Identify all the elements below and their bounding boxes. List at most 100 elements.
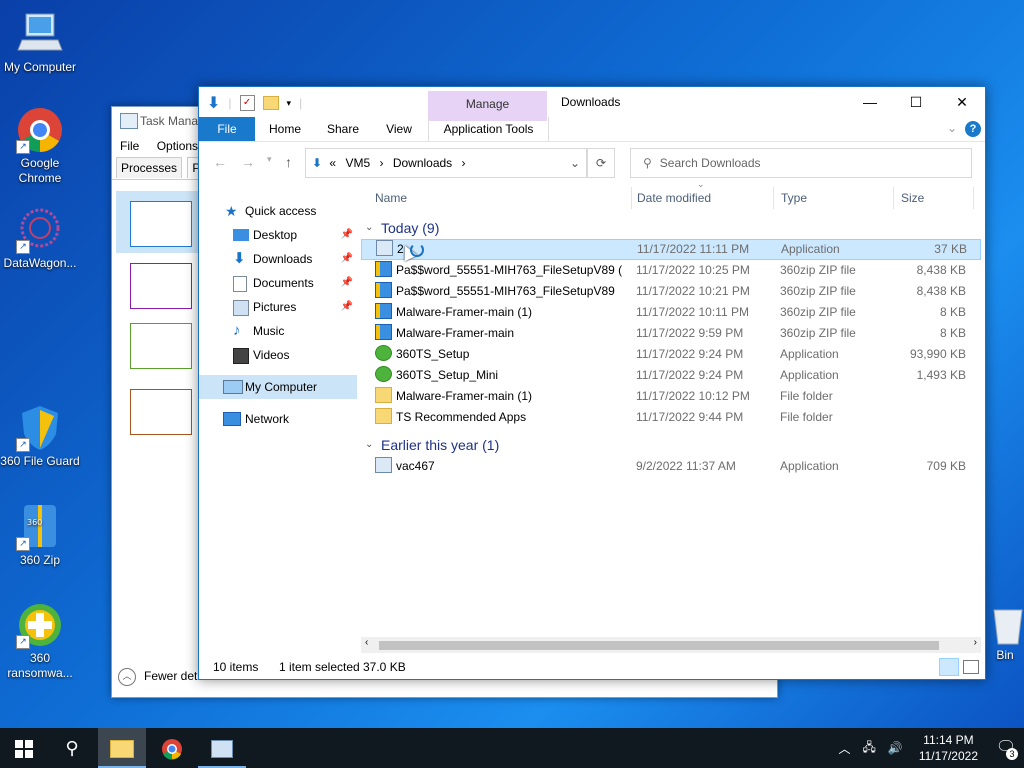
download-arrow-icon[interactable]: ⬇ — [207, 93, 220, 113]
customize-dropdown-icon[interactable]: ▾ — [287, 98, 292, 109]
item-count: 10 items — [213, 660, 259, 674]
desktop-icon-label: 360 File Guard — [0, 454, 80, 468]
group-header[interactable]: ⌄ Today (9) — [361, 217, 981, 239]
file-row[interactable]: Pa$$word_55551-MIH763_FileSetupV89 11/17/… — [361, 281, 981, 302]
nav-item-downloads[interactable]: ⬇ Downloads 📌 — [199, 247, 357, 271]
nav-item-my-computer[interactable]: My Computer — [199, 375, 357, 399]
help-icon[interactable]: ? — [965, 121, 981, 137]
maximize-button[interactable]: ☐ — [893, 87, 939, 117]
horizontal-scrollbar[interactable]: ‹ › — [361, 637, 981, 653]
shortcut-arrow-icon: ↗ — [16, 635, 30, 649]
search-box[interactable]: ⚲ Search Downloads — [630, 148, 972, 178]
file-row[interactable]: 2 11/17/2022 11:11 PM Application 37 KB — [361, 239, 981, 260]
desktop-icon-google-chrome[interactable]: ↗ Google Chrome — [0, 106, 80, 186]
desktop-icon-label: Google Chrome — [18, 156, 62, 185]
expand-ribbon-chevron-icon[interactable]: ⌄ — [947, 121, 957, 135]
address-dropdown-icon[interactable]: ⌄ — [570, 149, 580, 177]
nav-item-network[interactable]: Network — [199, 407, 357, 431]
group-header[interactable]: ⌄ Earlier this year (1) — [361, 434, 981, 456]
back-arrow-icon[interactable]: ← — [213, 154, 227, 170]
pin-icon[interactable]: 📌 — [341, 271, 353, 295]
forward-arrow-icon[interactable]: → — [241, 154, 255, 170]
collapse-chevron-icon[interactable]: ⌄ — [365, 434, 373, 456]
ethernet-graph[interactable] — [130, 389, 192, 435]
file-row[interactable]: 360TS_Setup 11/17/2022 9:24 PM Application… — [361, 344, 981, 365]
action-center-button[interactable]: 🗨 3 — [988, 728, 1024, 768]
pin-icon[interactable]: 📌 — [341, 295, 353, 319]
file-row[interactable]: Malware-Framer-main 11/17/2022 9:59 PM 360… — [361, 323, 981, 344]
scroll-thumb[interactable] — [379, 641, 939, 650]
breadcrumb-separator-icon[interactable]: › — [379, 156, 383, 170]
file-type: 360zip ZIP file — [780, 326, 856, 340]
zip-icon — [375, 303, 392, 319]
nav-item-desktop[interactable]: Desktop 📌 — [199, 223, 357, 247]
breadcrumb-separator-icon[interactable]: › — [462, 156, 466, 170]
nav-item-videos[interactable]: Videos — [199, 343, 357, 367]
up-arrow-icon[interactable]: ↑ — [285, 154, 292, 170]
address-overflow[interactable]: « — [329, 156, 336, 170]
clock[interactable]: 11:14 PM 11/17/2022 — [919, 732, 978, 764]
column-header-size[interactable]: Size — [901, 187, 974, 209]
menu-options[interactable]: Options — [157, 139, 198, 153]
details-view-icon[interactable] — [939, 658, 959, 676]
window-controls: — ☐ ✕ — [847, 87, 985, 117]
file-row[interactable]: vac467 9/2/2022 11:37 AM Application 709 KB — [361, 456, 981, 477]
nav-item-pictures[interactable]: Pictures 📌 — [199, 295, 357, 319]
nav-quick-access[interactable]: ★ Quick access — [199, 199, 357, 223]
show-hidden-icons-chevron-icon[interactable]: ︿ — [838, 740, 850, 757]
taskbar-chrome[interactable] — [148, 728, 196, 768]
volume-icon[interactable]: 🔊 — [888, 741, 903, 755]
scroll-right-icon[interactable]: › — [974, 637, 977, 648]
disk-graph[interactable] — [130, 323, 192, 369]
fewer-details-button[interactable]: ︿ Fewer det — [118, 665, 197, 687]
breadcrumb-downloads[interactable]: Downloads — [393, 156, 452, 170]
large-icons-view-icon[interactable] — [963, 660, 979, 674]
file-explorer-window[interactable]: ⬇ | ✓ ▾ | Manage Downloads — ☐ ✕ File Ho… — [198, 86, 986, 680]
collapse-chevron-icon[interactable]: ⌄ — [365, 217, 373, 239]
tab-processes[interactable]: Processes — [116, 157, 183, 178]
desktop-icon-my-computer[interactable]: My Computer — [0, 10, 80, 75]
column-header-type[interactable]: Type — [781, 187, 894, 209]
new-folder-icon[interactable] — [262, 96, 279, 110]
desktop-icon-360-file-guard[interactable]: ↗ 360 File Guard — [0, 404, 80, 469]
pin-icon[interactable]: 📌 — [341, 247, 353, 271]
memory-graph[interactable] — [130, 263, 192, 309]
file-row[interactable]: Malware-Framer-main (1) 11/17/2022 10:12 … — [361, 386, 981, 407]
cpu-graph-item[interactable] — [116, 191, 200, 253]
scroll-left-icon[interactable]: ‹ — [365, 637, 368, 648]
address-bar[interactable]: ⬇ « VM5 › Downloads › ⌄ — [305, 148, 587, 178]
taskbar-task-manager[interactable] — [198, 728, 246, 768]
navigation-pane: ★ Quick access Desktop 📌 ⬇ Downloads 📌 D… — [199, 199, 357, 659]
desktop-icon-360-zip[interactable]: 360 ↗ 360 Zip — [0, 503, 80, 568]
explorer-titlebar[interactable]: ⬇ | ✓ ▾ | Manage Downloads — ☐ ✕ — [199, 87, 985, 121]
close-button[interactable]: ✕ — [939, 87, 985, 117]
search-button[interactable]: ⚲ — [48, 728, 96, 768]
desktop-icon-360-ransomware[interactable]: ↗ 360 ransomwa... — [0, 601, 80, 681]
ribbon-tab-share[interactable]: Share — [323, 117, 363, 141]
file-row[interactable]: 360TS_Setup_Mini 11/17/2022 9:24 PM Applic… — [361, 365, 981, 386]
properties-checkmark-icon[interactable]: ✓ — [239, 95, 255, 111]
minimize-button[interactable]: — — [847, 87, 893, 117]
nav-item-music[interactable]: ♪ Music — [199, 319, 357, 343]
nav-item-documents[interactable]: Documents 📌 — [199, 271, 357, 295]
ribbon-tab-application-tools[interactable]: Application Tools — [428, 117, 549, 141]
menu-file[interactable]: File — [120, 139, 139, 153]
taskbar-file-explorer[interactable] — [98, 728, 146, 768]
recent-locations-chevron-icon[interactable]: ▾ — [267, 154, 272, 165]
ribbon-tab-file[interactable]: File — [199, 117, 255, 141]
network-tray-icon[interactable]: 🖧 — [862, 738, 875, 759]
file-row[interactable]: TS Recommended Apps 11/17/2022 9:44 PM Fil… — [361, 407, 981, 428]
pin-icon[interactable]: 📌 — [341, 223, 353, 247]
zip-icon — [375, 324, 392, 340]
column-header-date[interactable]: Date modified — [637, 187, 774, 209]
ribbon-tab-view[interactable]: View — [381, 117, 417, 141]
file-row[interactable]: Pa$$word_55551-MIH763_FileSetupV89 (1) 11… — [361, 260, 981, 281]
file-row[interactable]: Malware-Framer-main (1) 11/17/2022 10:11 … — [361, 302, 981, 323]
breadcrumb-vm5[interactable]: VM5 — [345, 156, 370, 170]
desktop-icon-datawagon[interactable]: ↗ DataWagon... — [0, 206, 80, 271]
ribbon-tab-home[interactable]: Home — [265, 117, 305, 141]
datawagon-icon: ↗ — [16, 206, 64, 254]
start-button[interactable] — [0, 728, 48, 768]
refresh-button[interactable]: ⟳ — [587, 148, 615, 178]
column-header-name[interactable]: Name — [375, 187, 632, 209]
